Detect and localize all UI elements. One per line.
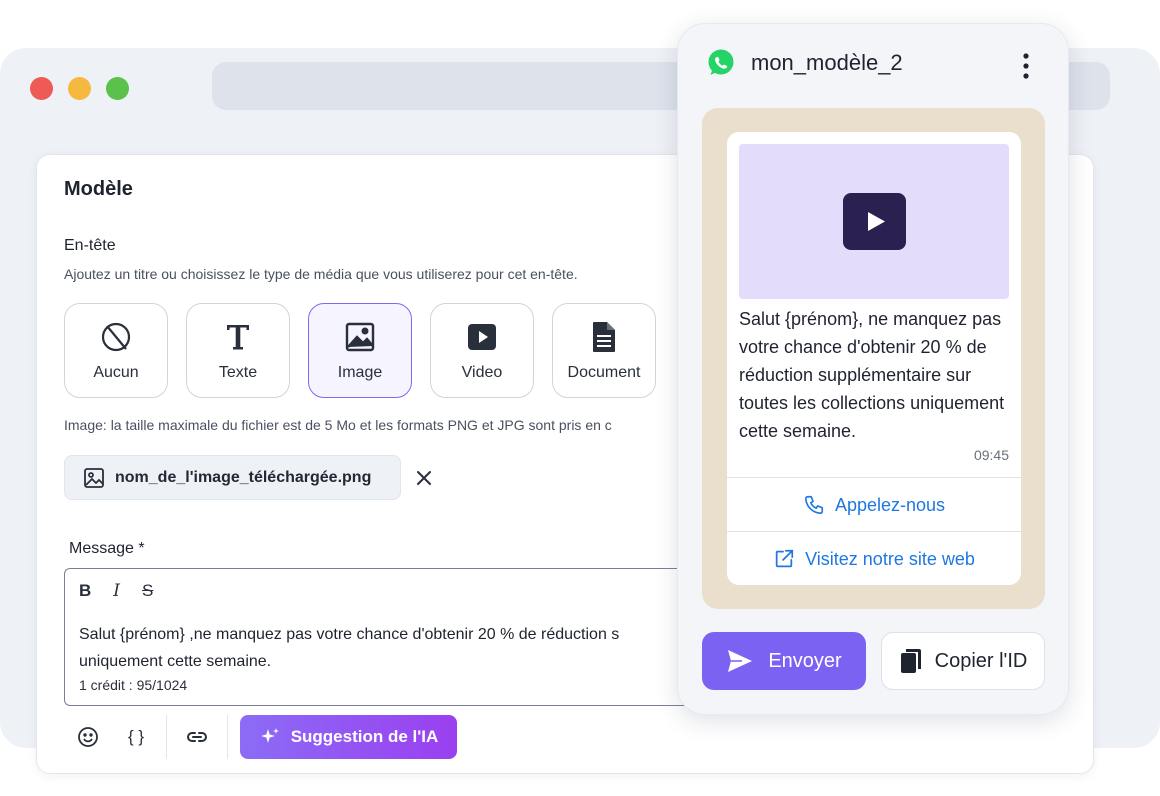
send-icon xyxy=(728,650,753,672)
message-actions-toolbar: { } Suggestion de l'IA xyxy=(64,715,457,759)
header-media-options: Aucun Texte Image Video Document xyxy=(64,303,656,398)
window-controls xyxy=(30,77,129,100)
close-window-button[interactable] xyxy=(30,77,53,100)
minimize-window-button[interactable] xyxy=(68,77,91,100)
send-label: Envoyer xyxy=(768,649,842,672)
video-thumbnail[interactable] xyxy=(739,144,1009,299)
sparkle-icon xyxy=(260,728,279,743)
italic-button[interactable]: I xyxy=(113,581,120,601)
message-line: uniquement cette semaine. xyxy=(79,653,272,670)
preview-header: mon_modèle_2 xyxy=(706,48,903,78)
message-line: Salut {prénom} ,ne manquez pas votre cha… xyxy=(79,626,620,643)
play-icon xyxy=(868,212,885,231)
message-textarea[interactable]: Salut {prénom} ,ne manquez pas votre cha… xyxy=(79,621,759,675)
link-button[interactable] xyxy=(173,715,221,759)
emoji-button[interactable] xyxy=(64,715,112,759)
video-icon xyxy=(468,323,496,350)
remove-file-close-icon[interactable] xyxy=(413,467,435,489)
no-media-icon xyxy=(101,322,131,351)
media-option-document[interactable]: Document xyxy=(552,303,656,398)
variables-button[interactable]: { } xyxy=(112,715,160,759)
toolbar-divider xyxy=(166,715,167,759)
media-option-video[interactable]: Video xyxy=(430,303,534,398)
media-option-label: Image xyxy=(337,363,383,381)
uploaded-file-chip: nom_de_l'image_téléchargée.png xyxy=(64,455,401,500)
message-bubble: Salut {prénom}, ne manquez pas votre cha… xyxy=(727,132,1021,585)
whatsapp-preview-panel: mon_modèle_2 Salut {prénom}, ne manquez … xyxy=(677,23,1069,715)
strikethrough-button[interactable]: S xyxy=(142,581,153,601)
header-section-description: Ajoutez un titre ou choisissez le type d… xyxy=(64,266,578,282)
visit-website-label: Visitez notre site web xyxy=(805,548,975,569)
uploaded-file-name: nom_de_l'image_téléchargée.png xyxy=(115,468,372,486)
image-requirements-note: Image: la taille maximale du fichier est… xyxy=(64,417,612,433)
bold-button[interactable]: B xyxy=(79,581,91,601)
media-option-label: Document xyxy=(567,363,641,381)
toolbar-divider xyxy=(227,715,228,759)
phone-icon xyxy=(804,495,824,515)
page-title: Modèle xyxy=(64,178,133,200)
message-label: Message * xyxy=(69,540,145,557)
copy-id-label: Copier l'ID xyxy=(934,649,1028,672)
whatsapp-icon xyxy=(708,49,734,75)
header-section-label: En-tête xyxy=(64,237,116,254)
preview-template-name: mon_modèle_2 xyxy=(751,50,903,75)
media-option-label: Aucun xyxy=(93,363,139,381)
call-us-button[interactable]: Appelez-nous xyxy=(727,478,1021,532)
formatting-toolbar: B I S xyxy=(79,581,153,601)
call-us-label: Appelez-nous xyxy=(834,494,946,515)
image-file-icon xyxy=(84,467,104,488)
copy-id-button[interactable]: Copier l'ID xyxy=(881,632,1045,690)
message-timestamp: 09:45 xyxy=(973,447,1009,463)
image-icon xyxy=(345,322,375,351)
media-option-none[interactable]: Aucun xyxy=(64,303,168,398)
visit-website-button[interactable]: Visitez notre site web xyxy=(727,532,1021,586)
message-editor[interactable]: B I S Salut {prénom} ,ne manquez pas vot… xyxy=(64,568,764,706)
media-option-label: Video xyxy=(461,363,503,381)
chat-background: Salut {prénom}, ne manquez pas votre cha… xyxy=(702,108,1045,609)
media-option-label: Texte xyxy=(218,363,258,381)
copy-icon xyxy=(900,649,921,673)
external-link-icon xyxy=(775,549,794,568)
document-icon xyxy=(593,321,615,352)
text-icon xyxy=(227,324,249,349)
credit-counter: 1 crédit : 95/1024 xyxy=(79,677,188,693)
play-button[interactable] xyxy=(843,193,906,250)
preview-message-text: Salut {prénom}, ne manquez pas votre cha… xyxy=(739,309,1005,441)
link-icon xyxy=(187,732,207,742)
maximize-window-button[interactable] xyxy=(106,77,129,100)
more-options-icon[interactable] xyxy=(1022,52,1030,80)
ai-suggestion-label: Suggestion de l'IA xyxy=(290,727,439,746)
media-option-image[interactable]: Image xyxy=(308,303,412,398)
ai-suggestion-button[interactable]: Suggestion de l'IA xyxy=(240,715,457,759)
emoji-icon xyxy=(78,727,98,747)
send-button[interactable]: Envoyer xyxy=(702,632,866,690)
media-option-text[interactable]: Texte xyxy=(186,303,290,398)
